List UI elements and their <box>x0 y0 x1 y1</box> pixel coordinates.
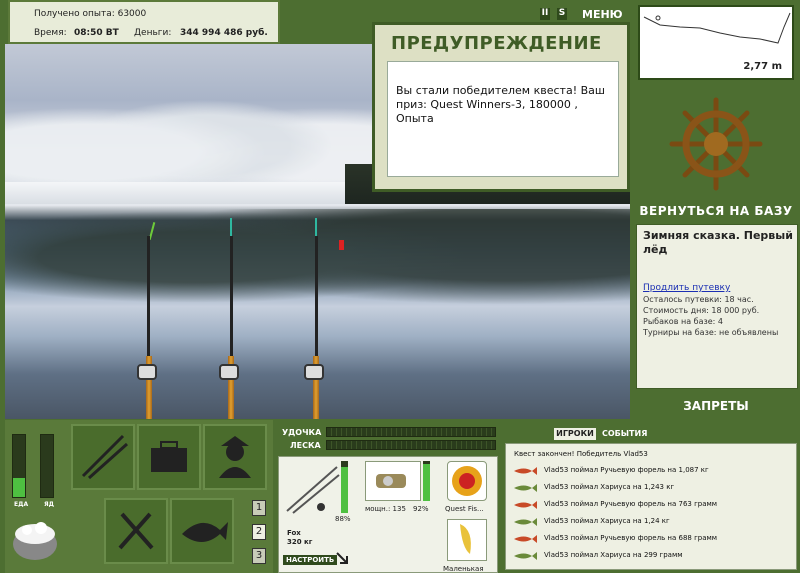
warning-message: Вы стали победителем квеста! Ваш приз: Q… <box>387 61 619 177</box>
tournaments-info: Турниры на базе: не объявлены <box>643 328 779 337</box>
fish-icon <box>514 552 537 560</box>
log-line: Vlad53 поймал Ручьевую форель на 688 гра… <box>544 534 718 542</box>
line-label: ЛЕСКА <box>290 441 321 450</box>
ship-wheel-icon[interactable] <box>668 96 764 192</box>
bans-button[interactable]: ЗАПРЕТЫ <box>638 399 794 413</box>
log-line: Vlad53 поймал Хариуса на 1,243 кг <box>544 483 675 491</box>
gear-panel: 88% Fox 320 кг НАСТРОИТЬ мощн.: 135 92% … <box>278 456 498 573</box>
bait-name: Маленькая <box>443 565 484 573</box>
extend-trip-link[interactable]: Продлить путевку <box>643 283 730 293</box>
tackle-box-icon <box>151 441 187 472</box>
arrow-icon <box>336 552 348 564</box>
line-name: Quest Fis... <box>445 505 484 513</box>
game-screen: Получено опыта: 63000 Время: 08:50 ВТ Де… <box>0 0 800 573</box>
log-line: Квест закончен! Победитель Vlad53 <box>514 450 648 458</box>
status-panel: ЕДА ЯД <box>5 420 68 573</box>
fish-icon <box>514 467 537 475</box>
depth-value: 2,77 m <box>743 61 782 72</box>
log-line: Vlad53 поймал Хариуса на 1,24 кг <box>544 517 670 525</box>
fish-icon <box>182 522 228 542</box>
return-to-base-button[interactable]: ВЕРНУТЬСЯ НА БАЗУ <box>638 204 794 218</box>
fish-icon <box>514 518 537 526</box>
action-panel: 1 2 3 <box>68 420 273 573</box>
tab-players[interactable]: ИГРОКИ <box>554 428 596 440</box>
trip-remaining: Осталось путевки: 18 час. <box>643 295 754 304</box>
sound-button[interactable]: S <box>557 8 567 20</box>
rod-name: Fox <box>287 529 301 537</box>
fishing-rods-icon <box>81 434 129 480</box>
reel-icon <box>304 364 324 380</box>
page-2-button[interactable]: 2 <box>252 524 266 540</box>
rod-label: УДОЧКА <box>282 428 322 437</box>
reel-percent: 92% <box>413 505 429 513</box>
fish-icon <box>514 535 537 543</box>
rod-icon[interactable] <box>283 461 343 517</box>
float-bobber <box>339 240 344 250</box>
money-value: 344 994 486 руб. <box>180 28 268 38</box>
fisherman-icon <box>219 436 251 478</box>
depth-map: 2,77 m <box>638 5 794 80</box>
reel-power: мощн.: 135 <box>365 505 406 513</box>
rod-condition-bar <box>341 461 348 513</box>
rods-tile[interactable] <box>71 424 135 490</box>
fish-tile[interactable] <box>170 498 234 564</box>
line-spool-icon <box>452 466 482 496</box>
warning-dialog[interactable]: ПРЕДУПРЕЖДЕНИЕ Вы стали победителем квес… <box>372 22 630 192</box>
day-cost: Стоимость дня: 18 000 руб. <box>643 306 760 315</box>
reel-condition-bar <box>423 461 430 501</box>
player-stats: Получено опыта: 63000 Время: 08:50 ВТ Де… <box>8 0 280 44</box>
warning-title: ПРЕДУПРЕЖДЕНИЕ <box>391 33 602 54</box>
menu-button[interactable]: МЕНЮ <box>582 8 623 21</box>
snow-bank <box>5 182 365 204</box>
food-tile[interactable] <box>104 498 168 564</box>
fish-icon <box>514 484 537 492</box>
setup-button[interactable]: НАСТРОИТЬ <box>283 555 338 565</box>
food-label: ЕДА <box>14 501 29 508</box>
lure-icon <box>460 524 471 554</box>
experience-text: Получено опыта: 63000 <box>34 9 147 19</box>
bait-slot[interactable] <box>447 519 487 561</box>
reel-icon <box>219 364 239 380</box>
rod-percent: 88% <box>335 515 351 523</box>
log-line: Vlad53 поймал Ручьевую форель на 763 гра… <box>544 500 718 508</box>
location-name: Зимняя сказка. Первый лёд <box>643 229 793 256</box>
page-1-button[interactable]: 1 <box>252 500 266 516</box>
fisherman-tile[interactable] <box>203 424 267 490</box>
fork-knife-icon <box>118 512 154 550</box>
rod-tension-bar <box>326 427 496 437</box>
fish-icon <box>514 501 537 509</box>
reel-icon <box>137 364 157 380</box>
reel-icon <box>376 474 406 488</box>
rod-weight: 320 кг <box>287 538 313 546</box>
pause-button[interactable]: II <box>540 8 550 20</box>
line-tension-bar <box>326 440 496 450</box>
page-3-button[interactable]: 3 <box>252 548 266 564</box>
time-value: 08:50 ВТ <box>74 28 119 38</box>
reel-slot[interactable] <box>365 461 421 501</box>
line-slot[interactable] <box>447 461 487 501</box>
tab-events[interactable]: СОБЫТИЯ <box>602 428 647 440</box>
money-label: Деньги: <box>134 28 172 38</box>
poison-label: ЯД <box>44 501 54 508</box>
position-marker <box>655 15 661 21</box>
food-pot-icon[interactable] <box>9 514 61 566</box>
location-panel: Зимняя сказка. Первый лёд Продлить путев… <box>636 224 798 389</box>
log-line: Vlad53 поймал Ручьевую форель на 1,087 к… <box>544 466 709 474</box>
fishers-count: Рыбаков на базе: 4 <box>643 317 723 326</box>
food-gauge <box>12 434 26 498</box>
log-line: Vlad53 поймал Хариуса на 299 грамм <box>544 551 683 559</box>
poison-gauge <box>40 434 54 498</box>
time-label: Время: <box>34 28 67 38</box>
tackle-box-tile[interactable] <box>137 424 201 490</box>
events-log[interactable]: Квест закончен! Победитель Vlad53 Vlad53… <box>505 443 797 570</box>
